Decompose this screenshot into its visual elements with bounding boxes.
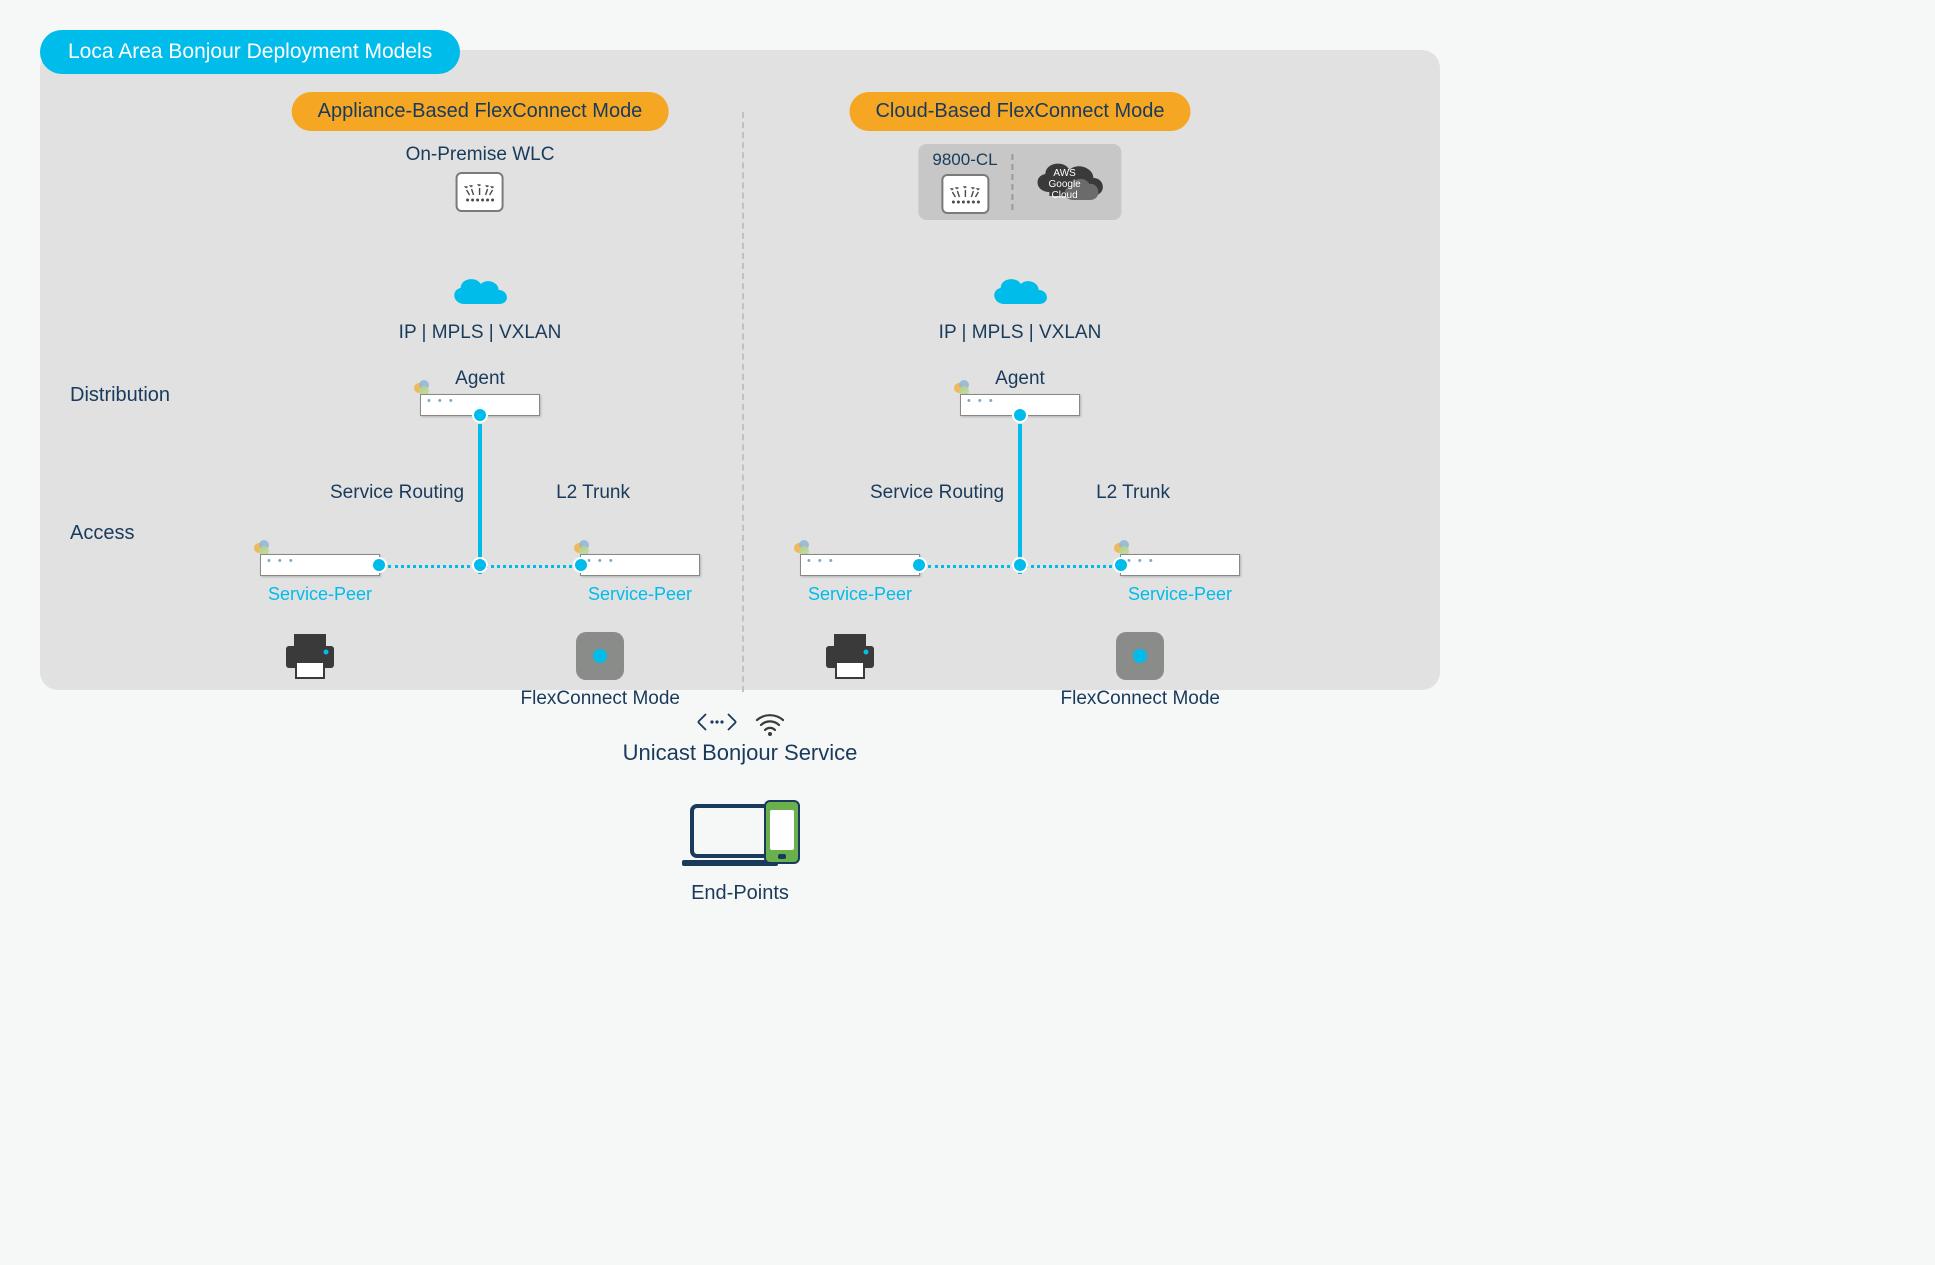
access-switch-left-a: Service-Peer — [260, 554, 380, 605]
column-cloud: Cloud-Based FlexConnect Mode 9800-CL — [760, 92, 1280, 692]
flexconnect-device-right: FlexConnect Mode — [1061, 632, 1220, 710]
cloud-providers-icon: AWS Google Cloud — [1028, 156, 1108, 208]
network-label-left: IP | MPLS | VXLAN — [399, 322, 562, 344]
column-separator — [742, 112, 744, 692]
cloud-providers-text: AWS Google Cloud — [1028, 168, 1102, 201]
diagram-root: Loca Area Bonjour Deployment Models Dist… — [40, 30, 1440, 905]
wlc-icon — [941, 174, 989, 214]
endpoints-row-right: FlexConnect Mode — [760, 632, 1280, 710]
column-appliance: Appliance-Based FlexConnect Mode On-Prem… — [220, 92, 740, 692]
network-cloud-right: IP | MPLS | VXLAN — [939, 270, 1102, 344]
service-peer-label: Service-Peer — [580, 584, 700, 605]
trunk-labels-right: Service Routing L2 Trunk — [870, 482, 1170, 504]
service-routing-label-left: Service Routing — [330, 482, 464, 504]
endpoint-devices — [680, 784, 800, 870]
agent-label-left: Agent — [420, 368, 540, 390]
row-label-distribution: Distribution — [70, 384, 170, 407]
printer-icon — [820, 632, 880, 682]
cloud-wlc-label: 9800-CL — [932, 150, 997, 170]
access-row-left: Service-Peer Service-Peer — [220, 554, 740, 614]
network-cloud-left: IP | MPLS | VXLAN — [399, 270, 562, 344]
l2-trunk-label-right: L2 Trunk — [1096, 482, 1170, 504]
agent-area-right: Agent — [960, 368, 1080, 422]
cloud-wlc-box: 9800-CL — [918, 144, 1121, 220]
page-title-pill: Loca Area Bonjour Deployment Models — [40, 30, 460, 74]
main-panel: Distribution Access Appliance-Based Flex… — [40, 50, 1440, 690]
mid-port-dot-left — [474, 559, 486, 571]
access-row-right: Service-Peer Service-Peer — [760, 554, 1280, 614]
mode-pill-cloud: Cloud-Based FlexConnect Mode — [849, 92, 1190, 131]
network-label-right: IP | MPLS | VXLAN — [939, 322, 1102, 344]
service-peer-label: Service-Peer — [260, 584, 380, 605]
endpoints-label: End-Points — [40, 882, 1440, 905]
service-routing-label-right: Service Routing — [870, 482, 1004, 504]
flexconnect-device-left: FlexConnect Mode — [521, 632, 680, 710]
mode-pill-appliance: Appliance-Based FlexConnect Mode — [292, 92, 669, 131]
wlc-label: On-Premise WLC — [406, 144, 555, 166]
mdns-icon — [694, 708, 740, 736]
wlc-on-premise: On-Premise WLC — [406, 144, 555, 212]
printer-icon — [280, 632, 340, 682]
wlc-icon — [456, 172, 504, 212]
cloud-icon — [985, 270, 1055, 312]
l2-trunk-label-left: L2 Trunk — [556, 482, 630, 504]
access-switch-left-b: Service-Peer — [580, 554, 700, 605]
access-switch-right-b: Service-Peer — [1120, 554, 1240, 605]
cloud-icon — [445, 270, 515, 312]
iot-device-icon — [1116, 632, 1164, 680]
iot-device-icon — [576, 632, 624, 680]
endpoints-row-left: FlexConnect Mode — [220, 632, 740, 710]
phone-icon — [764, 800, 800, 864]
access-switch-right-a: Service-Peer — [800, 554, 920, 605]
flexconnect-label-left: FlexConnect Mode — [521, 688, 680, 710]
service-icons — [40, 708, 1440, 736]
service-peer-label: Service-Peer — [1120, 584, 1240, 605]
flexconnect-label-right: FlexConnect Mode — [1061, 688, 1220, 710]
unicast-label: Unicast Bonjour Service — [40, 740, 1440, 766]
mid-port-dot-right — [1014, 559, 1026, 571]
agent-area-left: Agent — [420, 368, 540, 422]
row-labels: Distribution Access — [70, 50, 210, 690]
bottom-section: Unicast Bonjour Service End-Points — [40, 708, 1440, 905]
agent-label-right: Agent — [960, 368, 1080, 390]
port-dot-icon — [474, 409, 486, 421]
service-peer-label: Service-Peer — [800, 584, 920, 605]
wifi-icon — [754, 708, 786, 736]
distribution-switch-right — [960, 394, 1080, 416]
trunk-labels-left: Service Routing L2 Trunk — [330, 482, 630, 504]
port-dot-icon — [1014, 409, 1026, 421]
row-label-access: Access — [70, 522, 134, 545]
distribution-switch-left — [420, 394, 540, 416]
